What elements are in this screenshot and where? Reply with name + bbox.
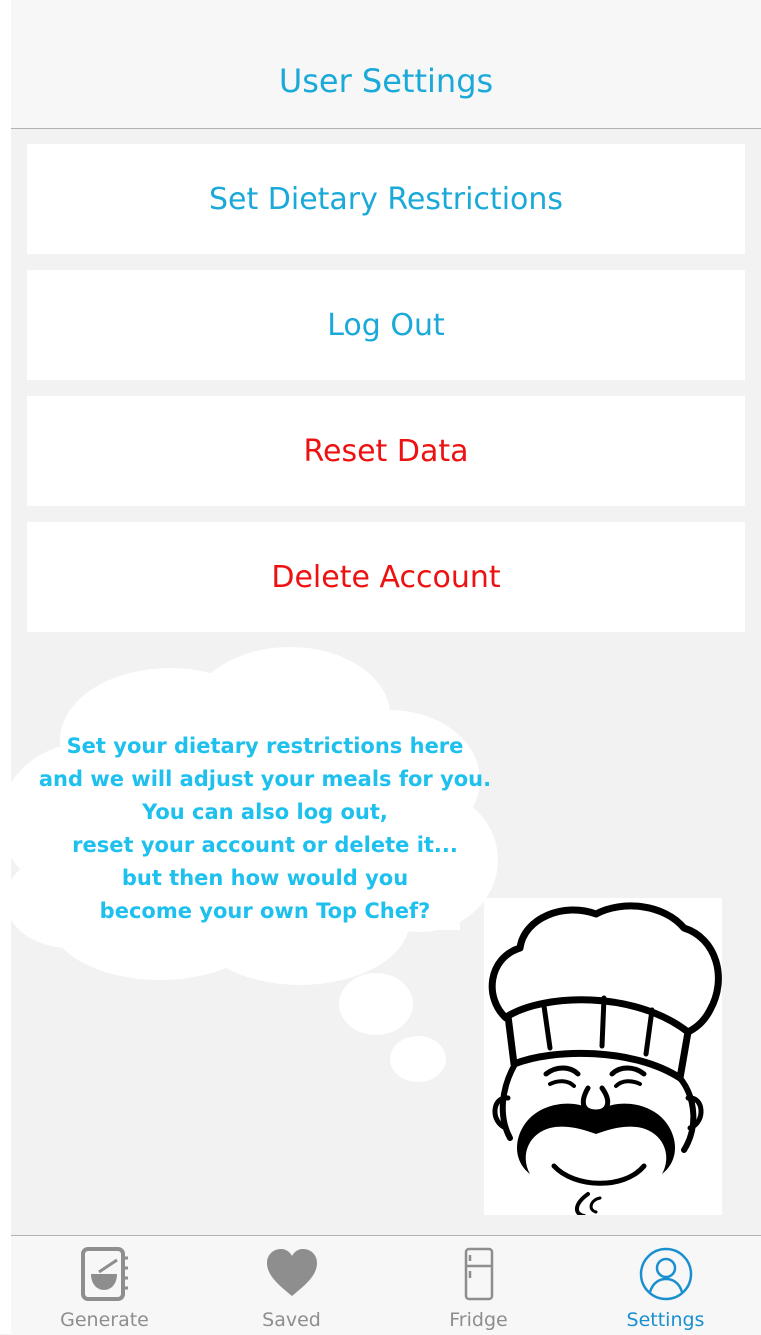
bubble-line: but then how would you bbox=[121, 866, 409, 890]
tab-generate[interactable]: Generate bbox=[11, 1236, 198, 1335]
help-bubble-text: Set your dietary restrictions here and w… bbox=[30, 730, 500, 928]
tab-label: Generate bbox=[60, 1309, 149, 1331]
tab-label: Saved bbox=[262, 1309, 321, 1331]
reset-data-button[interactable]: Reset Data bbox=[27, 396, 745, 506]
bubble-line: reset your account or delete it... bbox=[72, 833, 458, 857]
chef-mascot-image bbox=[484, 898, 722, 1215]
tab-fridge[interactable]: Fridge bbox=[385, 1236, 572, 1335]
tab-label: Settings bbox=[626, 1309, 705, 1331]
heart-icon bbox=[266, 1249, 317, 1296]
tab-label: Fridge bbox=[449, 1309, 508, 1331]
set-dietary-restrictions-button[interactable]: Set Dietary Restrictions bbox=[27, 144, 745, 254]
tab-settings[interactable]: Settings bbox=[572, 1236, 759, 1335]
chef-mascot-icon bbox=[488, 902, 722, 1215]
cookbook-icon bbox=[80, 1247, 128, 1301]
user-icon bbox=[639, 1247, 692, 1301]
tab-bar: Generate Saved Fridge Settings bbox=[11, 1235, 761, 1335]
delete-account-button[interactable]: Delete Account bbox=[27, 522, 745, 632]
fridge-icon bbox=[464, 1247, 493, 1301]
bubble-line: You can also log out, bbox=[142, 800, 388, 824]
tab-saved[interactable]: Saved bbox=[198, 1236, 385, 1335]
bubble-line: Set your dietary restrictions here bbox=[66, 734, 464, 758]
log-out-button[interactable]: Log Out bbox=[27, 270, 745, 380]
navigation-bar: User Settings bbox=[11, 0, 761, 129]
page-title: User Settings bbox=[278, 62, 494, 100]
bubble-line: become your own Top Chef? bbox=[99, 899, 431, 923]
bubble-line: and we will adjust your meals for you. bbox=[38, 767, 492, 791]
